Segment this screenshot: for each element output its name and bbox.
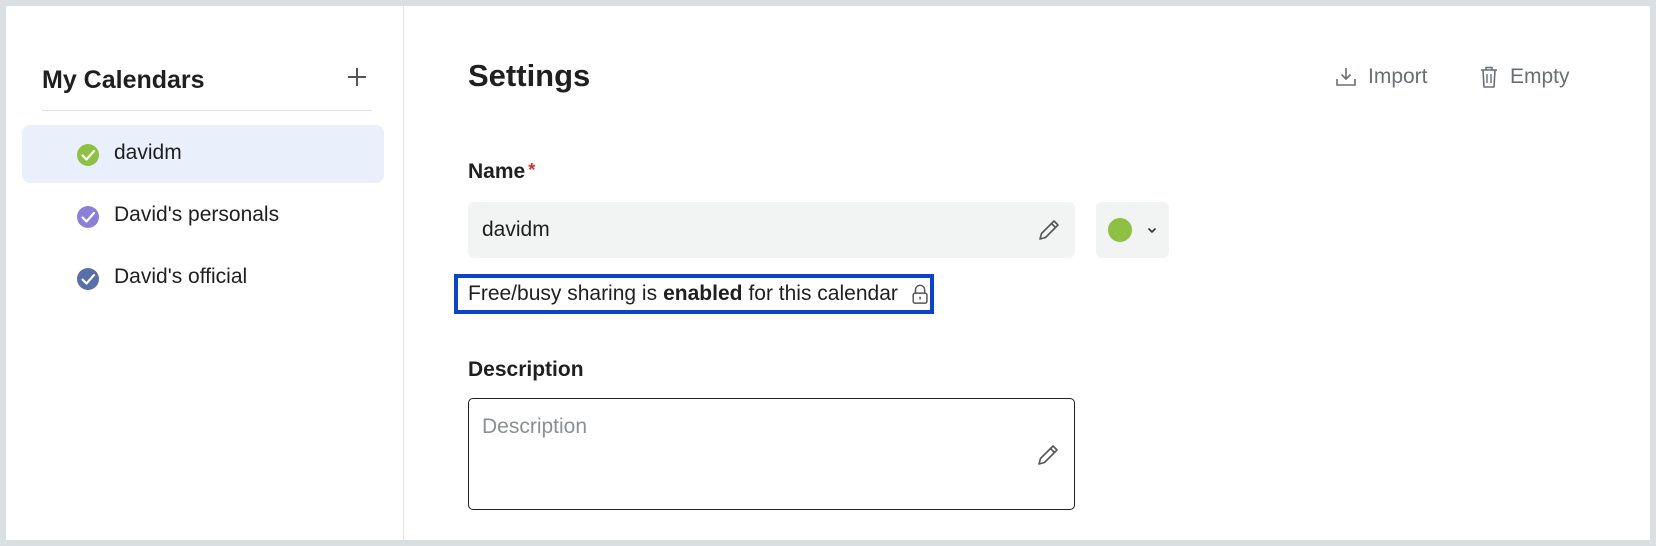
calendar-item-label: David's personals <box>114 203 280 226</box>
name-input-value: davidm <box>482 218 550 241</box>
sidebar-header: My Calendars <box>42 58 372 111</box>
calendar-item-label: davidm <box>114 141 182 164</box>
description-placeholder: Description <box>482 415 588 438</box>
calendar-list: davidm David's personals David's officia… <box>22 125 384 311</box>
name-label-text: Name <box>468 160 526 183</box>
check-circle-icon <box>77 206 99 228</box>
pencil-icon[interactable] <box>1035 216 1063 244</box>
empty-button[interactable]: Empty <box>1478 60 1570 94</box>
calendar-item-label: David's official <box>114 265 248 288</box>
chevron-down-icon <box>1147 227 1157 234</box>
calendar-color-picker[interactable] <box>1096 202 1169 258</box>
import-button[interactable]: Import <box>1334 60 1428 94</box>
import-icon <box>1336 68 1356 86</box>
settings-panel: Settings Import Empty Name * davidm Free… <box>404 6 1650 540</box>
empty-label: Empty <box>1510 65 1570 88</box>
freebusy-sharing-notice: Free/busy sharing is enabled for this ca… <box>454 274 934 314</box>
freebusy-prefix: Free/busy sharing is <box>468 282 658 305</box>
plus-icon <box>348 68 366 86</box>
description-input[interactable]: Description <box>468 398 1075 510</box>
sidebar: My Calendars davidm David's personals Da… <box>6 6 404 540</box>
name-field-label: Name * <box>468 160 535 184</box>
lock-icon[interactable] <box>910 282 930 306</box>
trash-icon <box>1481 66 1497 88</box>
check-circle-icon <box>77 144 99 166</box>
calendar-item-davids-personals[interactable]: David's personals <box>22 187 384 245</box>
app-window: My Calendars davidm David's personals Da… <box>6 6 1650 540</box>
calendar-item-davids-official[interactable]: David's official <box>22 249 384 307</box>
freebusy-status: enabled <box>663 282 743 305</box>
color-swatch <box>1108 218 1132 242</box>
freebusy-suffix: for this calendar <box>748 282 898 305</box>
page-title: Settings <box>468 58 591 93</box>
required-marker: * <box>528 160 536 180</box>
sidebar-title: My Calendars <box>42 66 205 94</box>
name-input[interactable]: davidm <box>468 202 1075 258</box>
check-circle-icon <box>77 268 99 290</box>
description-field-label: Description <box>468 358 584 381</box>
pencil-icon[interactable] <box>1034 441 1062 469</box>
import-label: Import <box>1368 65 1428 88</box>
add-calendar-button[interactable] <box>342 62 372 92</box>
calendar-item-davidm[interactable]: davidm <box>22 125 384 183</box>
